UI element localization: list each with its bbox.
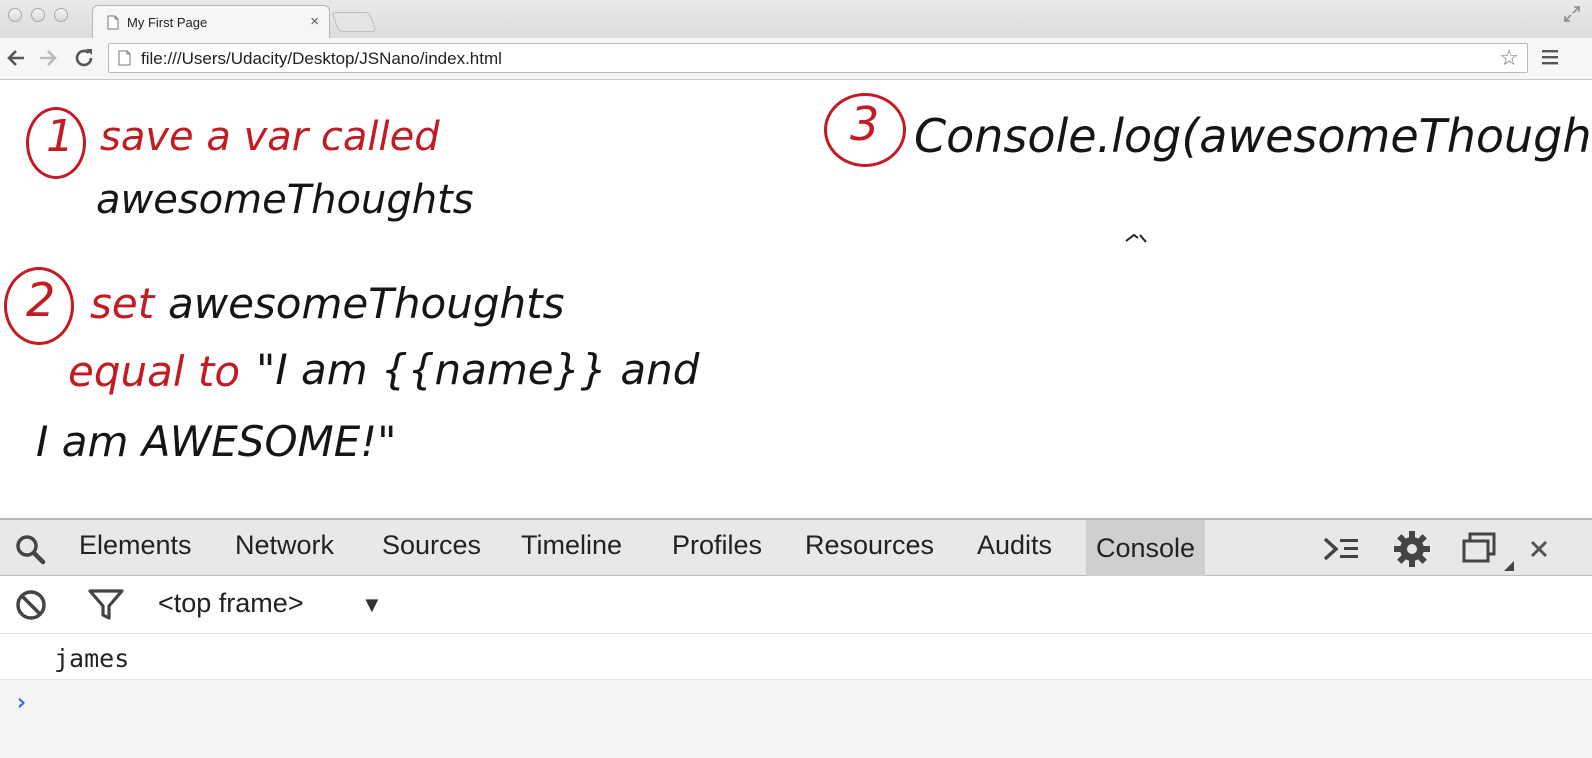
address-bar[interactable]: file:///Users/Udacity/Desktop/JSNano/ind… xyxy=(108,43,1528,73)
clear-icon[interactable] xyxy=(14,588,48,622)
pen-cursor-icon xyxy=(1125,233,1147,243)
step1-number: 1 xyxy=(46,111,74,162)
chevron-down-icon[interactable]: ▼ xyxy=(361,592,383,618)
tab-network[interactable]: Network xyxy=(235,530,334,561)
tab-profiles[interactable]: Profiles xyxy=(672,530,762,561)
console-message-text: james xyxy=(54,644,130,673)
document-icon xyxy=(107,15,119,30)
console-message: james xyxy=(0,634,1592,680)
forward-arrow-icon[interactable] xyxy=(36,46,60,70)
tab-audits[interactable]: Audits xyxy=(977,530,1052,561)
tab-title: My First Page xyxy=(127,15,208,30)
url-text[interactable]: file:///Users/Udacity/Desktop/JSNano/ind… xyxy=(141,49,502,69)
star-icon[interactable]: ☆ xyxy=(1499,46,1519,70)
step2-number: 2 xyxy=(26,273,56,327)
step2-string-part2: I am AWESOME!" xyxy=(36,417,397,466)
back-arrow-icon[interactable] xyxy=(4,46,28,70)
close-icon[interactable] xyxy=(1529,539,1549,559)
step2-variable: awesomeThoughts xyxy=(168,279,565,328)
menu-icon[interactable] xyxy=(1541,48,1559,66)
page-content: 1 save a var called awesomeThoughts 2 se… xyxy=(0,81,1592,518)
devtools-panel: Elements Network Sources Timeline Profil… xyxy=(0,518,1592,758)
step1-variable: awesomeThoughts xyxy=(96,177,474,223)
search-icon[interactable] xyxy=(14,533,46,565)
filter-icon[interactable] xyxy=(88,588,124,622)
document-icon xyxy=(118,50,131,66)
console-input[interactable]: › xyxy=(0,680,1592,758)
tab-strip: My First Page × xyxy=(0,0,1592,38)
new-tab-button[interactable] xyxy=(331,12,377,32)
window-close-light[interactable] xyxy=(8,8,22,22)
drawer-toggle-icon[interactable] xyxy=(1322,533,1362,565)
window-zoom-light[interactable] xyxy=(54,8,68,22)
step2-equal-to: equal to xyxy=(68,347,241,396)
frame-selector[interactable]: <top frame> xyxy=(158,588,304,619)
step3-code: Console.log(awesomeThoughts) xyxy=(914,109,1592,163)
window-minimize-light[interactable] xyxy=(31,8,45,22)
fullscreen-icon[interactable] xyxy=(1562,4,1582,24)
tab-timeline[interactable]: Timeline xyxy=(521,530,622,561)
tab-sources[interactable]: Sources xyxy=(382,530,481,561)
prompt-chevron-icon: › xyxy=(14,688,29,716)
console-toolbar: <top frame> ▼ xyxy=(0,576,1592,634)
tab-resources[interactable]: Resources xyxy=(805,530,934,561)
step2-string-part1: "I am {{name}} and xyxy=(256,345,700,394)
step1-instruction: save a var called xyxy=(100,114,440,160)
devtools-tabbar: Elements Network Sources Timeline Profil… xyxy=(0,518,1592,576)
dock-icon[interactable] xyxy=(1460,531,1516,571)
tab-elements[interactable]: Elements xyxy=(79,530,192,561)
gear-icon[interactable] xyxy=(1392,529,1432,569)
tab-close-icon[interactable]: × xyxy=(310,13,319,30)
browser-tab[interactable]: My First Page × xyxy=(92,5,330,38)
tab-console[interactable]: Console xyxy=(1086,520,1206,576)
reload-icon[interactable] xyxy=(72,46,96,70)
step3-number: 3 xyxy=(850,97,880,151)
browser-toolbar: file:///Users/Udacity/Desktop/JSNano/ind… xyxy=(0,38,1592,80)
step2-set-word: set xyxy=(90,279,155,328)
